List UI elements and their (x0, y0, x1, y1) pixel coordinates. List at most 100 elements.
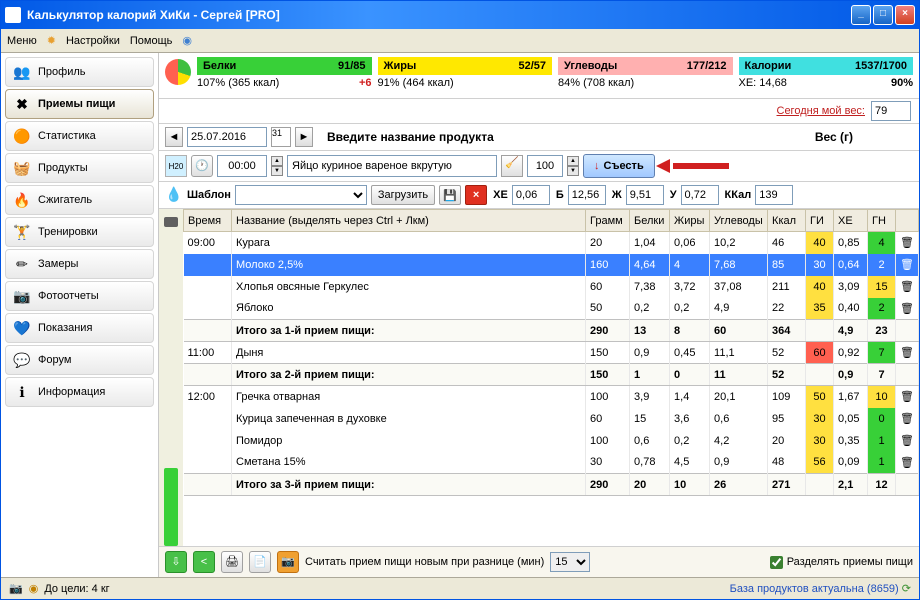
sidebar-item-burner[interactable]: 🔥Сжигатель (5, 185, 154, 215)
table-row[interactable]: Молоко 2,5%1604,6447,6885 300,642 🗑 (184, 254, 919, 276)
load-button[interactable]: Загрузить (371, 185, 435, 205)
cal-bar: Калории1537/1700 (739, 57, 914, 75)
sidebar-item-meals[interactable]: ✖Приемы пищи (5, 89, 154, 119)
table-row[interactable]: Помидор1000,60,24,220 300,351 🗑 (184, 430, 919, 452)
camera-button[interactable]: 📷 (277, 551, 299, 573)
weight-today-link[interactable]: Сегодня мой вес: (777, 105, 866, 117)
camera-icon: 📷 (9, 582, 23, 595)
fat-value[interactable] (626, 185, 664, 205)
delete-row-button[interactable]: 🗑 (896, 408, 919, 430)
sidebar-item-forum[interactable]: 💬 Форум (5, 345, 154, 375)
th-protein[interactable]: Белки (630, 210, 670, 232)
clear-button[interactable]: 🧹 (501, 155, 523, 177)
th-gn[interactable]: ГН (868, 210, 896, 232)
product-name-label: Введите название продукта (327, 130, 494, 144)
sidebar-item-stats[interactable]: 🟠Статистика (5, 121, 154, 151)
delete-row-button[interactable]: 🗑 (896, 386, 919, 408)
delete-row-button[interactable]: 🗑 (896, 342, 919, 364)
th-time[interactable]: Время (184, 210, 232, 232)
xe-value[interactable] (512, 185, 550, 205)
gram-down[interactable]: ▼ (567, 166, 579, 176)
sidebar-label: Тренировки (38, 226, 98, 238)
menu-settings[interactable]: Настройки (66, 35, 120, 47)
table-row[interactable]: Яблоко500,20,24,922 350,402 🗑 (184, 298, 919, 320)
table-row[interactable]: 09:00Курага201,040,0610,246 400,854 🗑 (184, 232, 919, 254)
th-del (896, 210, 919, 232)
table-row[interactable]: 12:00Гречка отварная1003,91,420,1109 501… (184, 386, 919, 408)
sidebar-label: Сжигатель (38, 194, 92, 206)
time-down[interactable]: ▼ (271, 166, 283, 176)
diff-select[interactable]: 15 (550, 552, 590, 572)
sidebar-item-info[interactable]: ℹИнформация (5, 377, 154, 407)
share-button[interactable]: < (193, 551, 215, 573)
th-name[interactable]: Название (выделять через Ctrl + Лкм) (232, 210, 586, 232)
clock-button[interactable]: 🕐 (191, 155, 213, 177)
export-button[interactable]: ⇩ (165, 551, 187, 573)
th-gi[interactable]: ГИ (806, 210, 834, 232)
delete-row-button[interactable]: 🗑 (896, 452, 919, 474)
minimize-button[interactable]: _ (851, 5, 871, 25)
sidebar-item-profile[interactable]: 👥Профиль (5, 57, 154, 87)
menu-main[interactable]: Меню (7, 35, 37, 47)
statusbar: 📷 ◉ До цели: 4 кг База продуктов актуаль… (1, 577, 919, 599)
diff-label: Считать прием пищи новым при разнице (ми… (305, 556, 544, 568)
sidebar-label: Фотоотчеты (38, 290, 99, 302)
table-row[interactable]: Хлопья овсяные Геркулес607,383,7237,0821… (184, 276, 919, 298)
delete-row-button[interactable]: 🗑 (896, 298, 919, 320)
time-up[interactable]: ▲ (271, 156, 283, 166)
meals-table: Время Название (выделять через Ctrl + Лк… (183, 209, 919, 496)
delete-row-button[interactable]: 🗑 (896, 254, 919, 276)
save-template-button[interactable]: 💾 (439, 185, 461, 205)
date-next-button[interactable]: ► (295, 127, 313, 147)
weight-input[interactable] (871, 101, 911, 121)
stats-icon: 🟠 (12, 126, 32, 146)
th-gram[interactable]: Грамм (586, 210, 630, 232)
sidebar-item-products[interactable]: 🧺Продукты (5, 153, 154, 183)
app-icon (5, 7, 21, 23)
close-button[interactable]: × (895, 5, 915, 25)
gram-input[interactable] (527, 155, 563, 177)
weight-label: Вес (г) (815, 130, 853, 144)
sidebar-item-readings[interactable]: 💙Показания (5, 313, 154, 343)
arrow-annotation-icon (659, 159, 729, 173)
time-input[interactable] (217, 155, 267, 177)
table-total-row: Итого за 1-й прием пищи:29013860364 4,92… (184, 320, 919, 342)
delete-row-button[interactable]: 🗑 (896, 232, 919, 254)
print-button[interactable]: 🖨 (221, 551, 243, 573)
protein-value[interactable] (568, 185, 606, 205)
copy-button[interactable]: 📄 (249, 551, 271, 573)
th-carb[interactable]: Углеводы (710, 210, 768, 232)
carb-value[interactable] (681, 185, 719, 205)
date-prev-button[interactable]: ◄ (165, 127, 183, 147)
h2o-button[interactable]: H20 (165, 155, 187, 177)
eat-button[interactable]: ↓Съесть (583, 154, 655, 178)
carb-bar: Углеводы177/212 (558, 57, 733, 75)
th-fat[interactable]: Жиры (670, 210, 710, 232)
table-row[interactable]: Сметана 15%300,784,50,948 560,091 🗑 (184, 452, 919, 474)
chat-icon: 💬 (12, 350, 32, 370)
help-icon[interactable]: ◉ (182, 34, 192, 47)
template-select[interactable] (235, 185, 367, 205)
sidebar-item-photos[interactable]: 📷Фотоотчеты (5, 281, 154, 311)
sidebar-label: Форум (38, 354, 71, 366)
table-row[interactable]: Курица запеченная в духовке60153,60,695 … (184, 408, 919, 430)
maximize-button[interactable]: □ (873, 5, 893, 25)
delete-row-button[interactable]: 🗑 (896, 276, 919, 298)
sidebar-item-workouts[interactable]: 🏋Тренировки (5, 217, 154, 247)
sidebar-label: Замеры (38, 258, 78, 270)
product-input[interactable] (287, 155, 497, 177)
gram-up[interactable]: ▲ (567, 156, 579, 166)
calendar-button[interactable]: 31 (271, 127, 291, 147)
gear-icon: ✹ (47, 34, 56, 47)
th-kcal[interactable]: Ккал (768, 210, 806, 232)
delete-row-button[interactable]: 🗑 (896, 430, 919, 452)
menu-help[interactable]: Помощь (130, 35, 173, 47)
table-row[interactable]: 11:00Дыня1500,90,4511,152 600,927 🗑 (184, 342, 919, 364)
th-xe[interactable]: ХЕ (834, 210, 868, 232)
goal-text: До цели: 4 кг (44, 583, 109, 595)
kcal-value[interactable] (755, 185, 793, 205)
split-meals-checkbox[interactable]: Разделять приемы пищи (770, 556, 913, 569)
delete-template-button[interactable]: × (465, 185, 487, 205)
date-input[interactable] (187, 127, 267, 147)
sidebar-item-measures[interactable]: ✏Замеры (5, 249, 154, 279)
